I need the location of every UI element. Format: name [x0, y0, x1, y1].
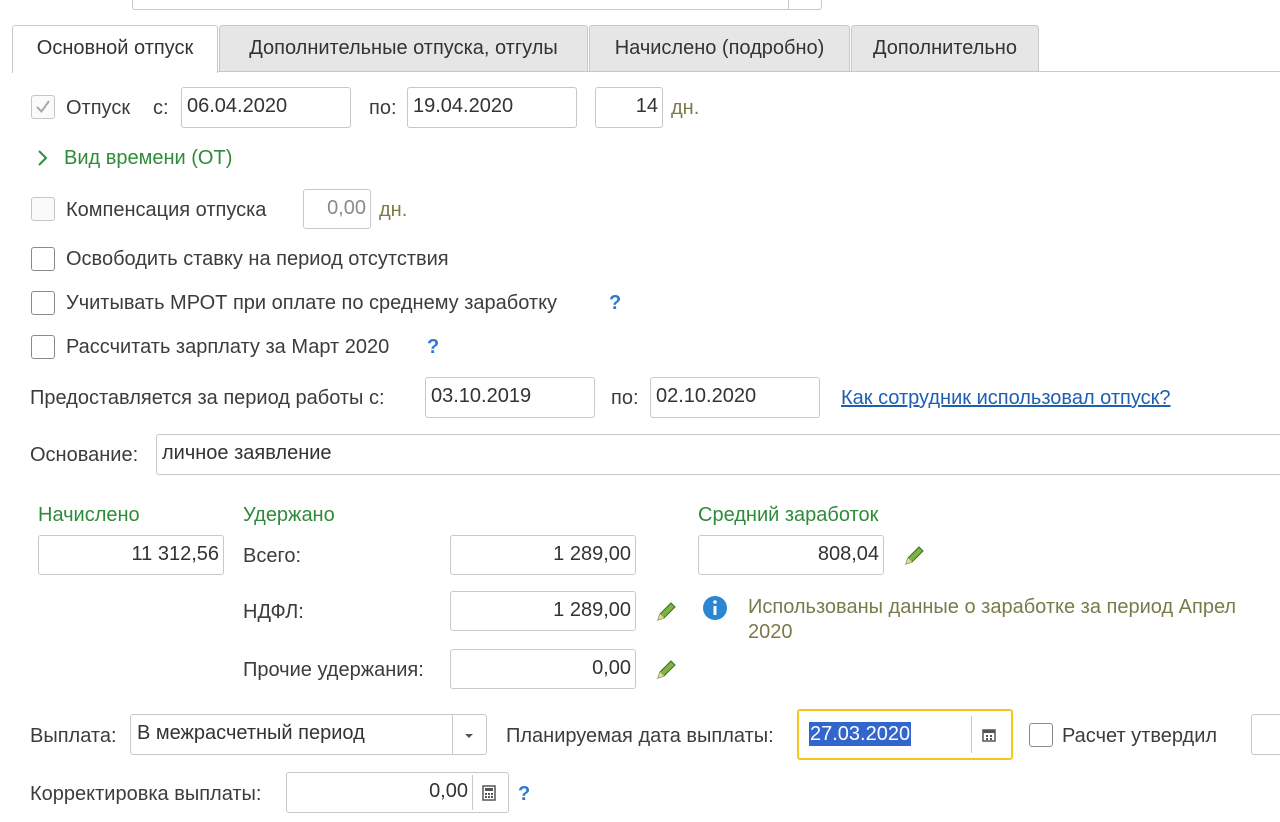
compensation-days-input[interactable]: 0,00: [303, 189, 371, 229]
payment-select-divider: [452, 714, 453, 755]
calc-salary-label: Рассчитать зарплату за Март 2020: [66, 336, 390, 358]
ndfl-label: НДФЛ:: [243, 601, 304, 623]
withheld-total-label: Всего:: [243, 545, 301, 567]
free-rate-label: Освободить ставку на период отсутствия: [66, 248, 449, 270]
vacation-from-label: с:: [153, 97, 169, 119]
compensation-checkbox[interactable]: [31, 197, 55, 221]
vacation-to-label: по:: [369, 97, 397, 119]
mrot-help-icon[interactable]: ?: [609, 291, 621, 315]
correction-value: 0,00: [429, 780, 468, 802]
check-icon: [36, 100, 50, 114]
vacation-from-input[interactable]: 06.04.2020: [181, 87, 351, 128]
other-withholdings-label: Прочие удержания:: [243, 659, 424, 681]
vacation-checkbox[interactable]: [31, 95, 55, 119]
mrot-checkbox[interactable]: [31, 291, 55, 315]
ndfl-field: 1 289,00: [450, 591, 636, 631]
avg-earnings-heading: Средний заработок: [698, 504, 879, 526]
avg-earnings-info-line1: Использованы данные о заработке за перио…: [748, 596, 1237, 618]
vacation-to-input[interactable]: 19.04.2020: [407, 87, 577, 128]
compensation-label: Компенсация отпуска: [66, 199, 267, 221]
top-field-divider: [788, 0, 789, 10]
calendar-icon[interactable]: [980, 726, 998, 744]
tab-additional-vacations[interactable]: Дополнительные отпуска, отгулы: [219, 25, 588, 71]
other-withholdings-edit-pencil-icon[interactable]: [654, 658, 678, 682]
withheld-total-field: 1 289,00: [450, 535, 636, 575]
avg-earnings-info-line2: 2020: [748, 621, 793, 643]
correction-input[interactable]: 0,00: [286, 772, 509, 813]
correction-divider: [472, 775, 473, 810]
tab-additional[interactable]: Дополнительно: [851, 25, 1039, 71]
avg-earnings-edit-pencil-icon[interactable]: [902, 544, 926, 568]
other-withholdings-field: 0,00: [450, 649, 636, 689]
top-field-partial[interactable]: [132, 0, 822, 10]
calc-salary-checkbox[interactable]: [31, 335, 55, 359]
planned-date-label: Планируемая дата выплаты:: [506, 725, 774, 747]
vacation-days-unit: дн.: [671, 97, 700, 119]
accrued-amount-field: 11 312,56: [38, 535, 224, 575]
planned-date-divider: [971, 716, 972, 753]
planned-date-field[interactable]: 27.03.2020: [797, 709, 1013, 760]
dropdown-arrow-icon[interactable]: [462, 731, 476, 741]
accrued-heading: Начислено: [38, 504, 140, 526]
planned-date-value: 27.03.2020: [809, 722, 912, 746]
calculator-icon[interactable]: [480, 784, 498, 802]
correction-help-icon[interactable]: ?: [518, 782, 530, 806]
payment-type-select[interactable]: В межрасчетный период: [130, 714, 487, 755]
work-period-to-label: по:: [611, 387, 639, 409]
approver-field-partial[interactable]: [1251, 714, 1280, 755]
tab-accrued-detail[interactable]: Начислено (подробно): [589, 25, 850, 71]
calc-salary-help-icon[interactable]: ?: [427, 335, 439, 359]
vacation-label: Отпуск: [66, 97, 131, 119]
approved-checkbox[interactable]: [1029, 723, 1053, 747]
avg-earnings-field: 808,04: [698, 535, 884, 575]
compensation-days-unit: дн.: [379, 199, 408, 221]
mrot-label: Учитывать МРОТ при оплате по среднему за…: [66, 292, 558, 314]
chevron-right-icon: [38, 150, 48, 166]
tabs-baseline: [218, 71, 1280, 72]
tab-main-vacation[interactable]: Основной отпуск: [12, 25, 218, 73]
basis-input[interactable]: личное заявление: [156, 434, 1280, 475]
vacation-usage-link[interactable]: Как сотрудник использовал отпуск?: [841, 386, 1171, 410]
correction-label: Корректировка выплаты:: [30, 783, 262, 805]
ndfl-edit-pencil-icon[interactable]: [654, 600, 678, 624]
work-period-from-input[interactable]: 03.10.2019: [425, 377, 595, 418]
free-rate-checkbox[interactable]: [31, 247, 55, 271]
withheld-heading: Удержано: [243, 504, 335, 526]
payment-type-value: В межрасчетный период: [137, 722, 365, 744]
payment-label: Выплата:: [30, 725, 117, 747]
work-period-label: Предоставляется за период работы с:: [30, 387, 385, 409]
vacation-days-input[interactable]: 14: [595, 87, 663, 128]
time-type-label: Вид времени (ОТ): [64, 147, 233, 169]
info-icon: [703, 596, 727, 620]
basis-label: Основание:: [30, 444, 139, 466]
work-period-to-input[interactable]: 02.10.2020: [650, 377, 820, 418]
approved-label: Расчет утвердил: [1062, 725, 1218, 747]
